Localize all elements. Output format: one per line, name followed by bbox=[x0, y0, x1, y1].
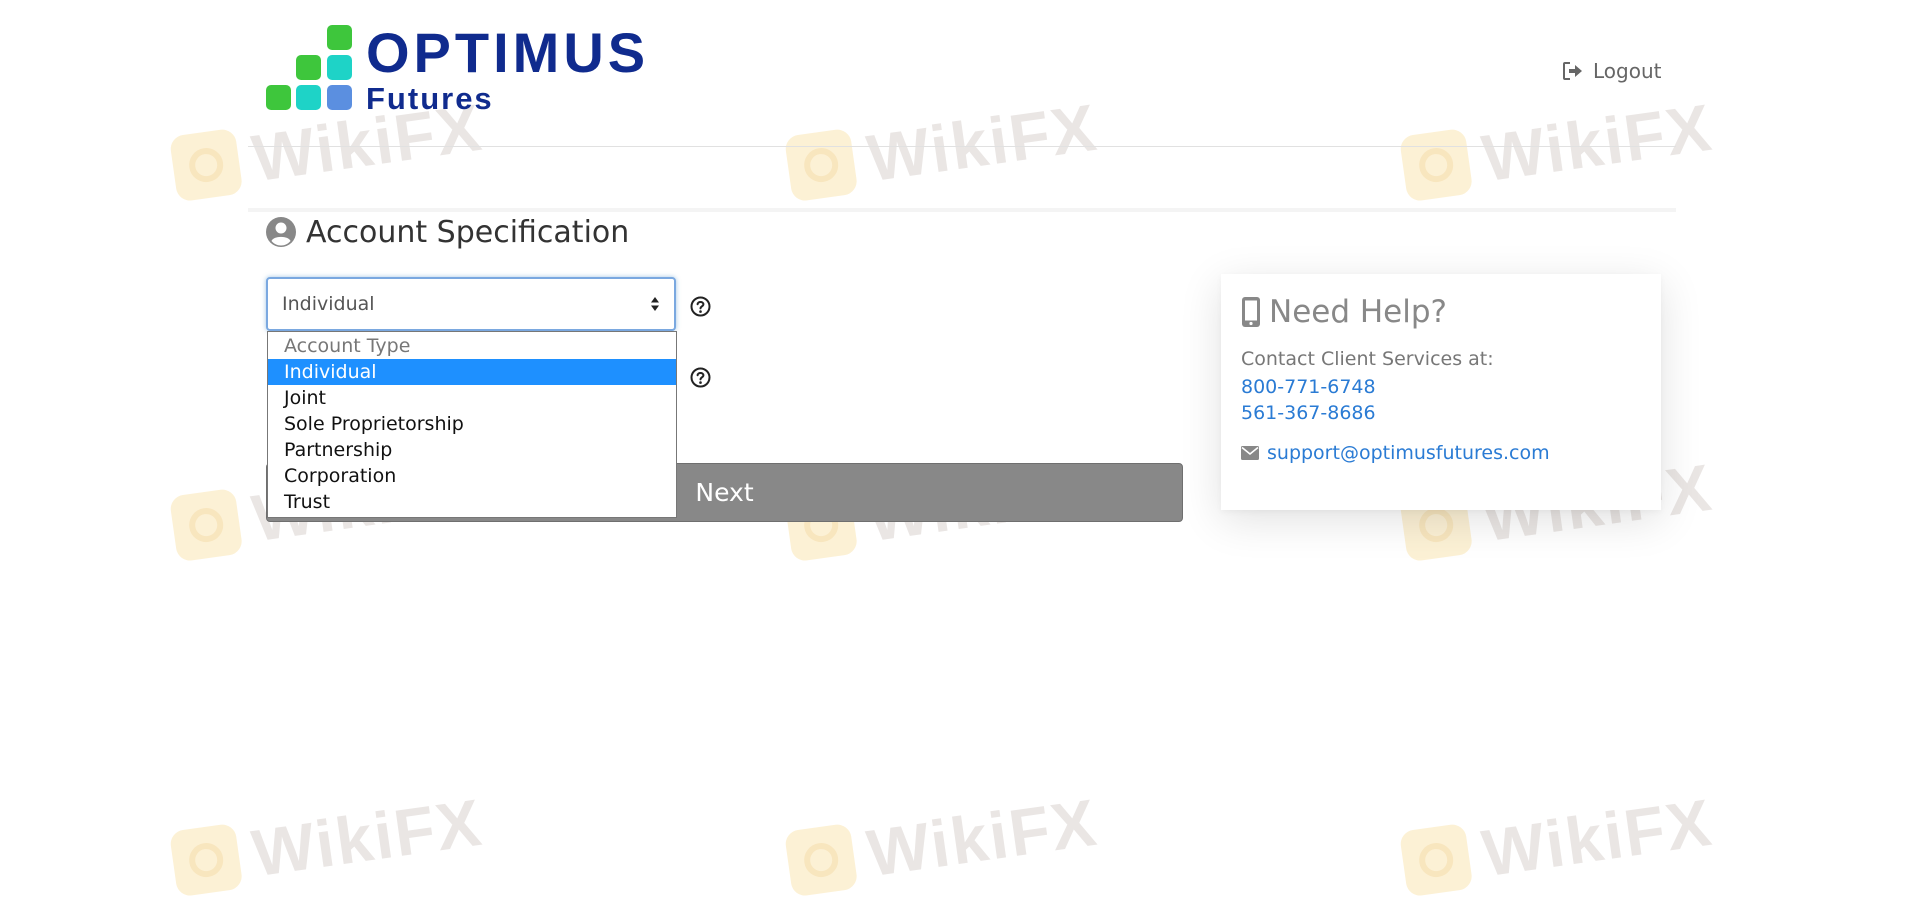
account-type-dropdown[interactable]: Account Type Individual Joint Sole Propr… bbox=[267, 331, 677, 518]
watermark-logo-icon bbox=[783, 127, 859, 203]
account-type-select[interactable]: Individual bbox=[266, 277, 676, 331]
sort-arrows-icon bbox=[650, 296, 660, 312]
watermark: WikiFX bbox=[783, 89, 1102, 208]
contact-text: Contact Client Services at: bbox=[1241, 348, 1494, 370]
question-circle-icon[interactable] bbox=[690, 296, 711, 317]
help-card: Need Help? Contact Client Services at: 8… bbox=[1221, 274, 1661, 510]
logout-link[interactable]: Logout bbox=[1563, 59, 1661, 83]
next-button-label: Next bbox=[695, 478, 754, 507]
dropdown-option-selected[interactable]: Individual bbox=[268, 359, 676, 385]
watermark-logo-icon bbox=[1398, 822, 1474, 898]
dropdown-option[interactable]: Partnership bbox=[268, 437, 676, 463]
watermark-logo-icon bbox=[168, 487, 244, 563]
dropdown-option[interactable]: Corporation bbox=[268, 463, 676, 489]
mobile-phone-icon bbox=[1241, 296, 1261, 328]
watermark-logo-icon bbox=[168, 127, 244, 203]
page-title: Account Specification bbox=[306, 214, 630, 250]
dropdown-option[interactable]: Joint bbox=[268, 385, 676, 411]
logout-label: Logout bbox=[1593, 59, 1662, 83]
watermark: WikiFX bbox=[168, 784, 487, 902]
dropdown-option[interactable]: Account Type bbox=[268, 333, 676, 359]
user-circle-icon bbox=[266, 217, 296, 247]
brand-subtitle: Futures bbox=[366, 81, 494, 116]
header-divider bbox=[248, 146, 1676, 147]
logo-squares-icon bbox=[266, 25, 354, 113]
help-heading: Need Help? bbox=[1241, 292, 1641, 332]
email-row: support@optimusfutures.com bbox=[1241, 442, 1641, 464]
watermark-logo-icon bbox=[783, 822, 859, 898]
help-title: Need Help? bbox=[1269, 294, 1447, 330]
watermark-logo-icon bbox=[1398, 127, 1474, 203]
account-type-value: Individual bbox=[282, 293, 375, 315]
dropdown-option[interactable]: Trust bbox=[268, 489, 676, 515]
envelope-icon bbox=[1241, 446, 1259, 460]
phone-link-2[interactable]: 561-367-8686 bbox=[1241, 402, 1641, 424]
question-circle-icon[interactable] bbox=[690, 367, 711, 388]
watermark-logo-icon bbox=[168, 822, 244, 898]
dropdown-option[interactable]: Sole Proprietorship bbox=[268, 411, 676, 437]
watermark: WikiFX bbox=[783, 784, 1102, 902]
phone-link-1[interactable]: 800-771-6748 bbox=[1241, 376, 1641, 398]
brand-logo[interactable]: OPTIMUS Futures bbox=[266, 25, 649, 117]
email-link[interactable]: support@optimusfutures.com bbox=[1267, 442, 1550, 464]
sign-out-icon bbox=[1563, 62, 1583, 80]
brand-title: OPTIMUS bbox=[366, 21, 650, 84]
section-heading: Account Specification bbox=[266, 212, 629, 252]
watermark: WikiFX bbox=[1398, 89, 1717, 208]
watermark: WikiFX bbox=[1398, 784, 1717, 902]
